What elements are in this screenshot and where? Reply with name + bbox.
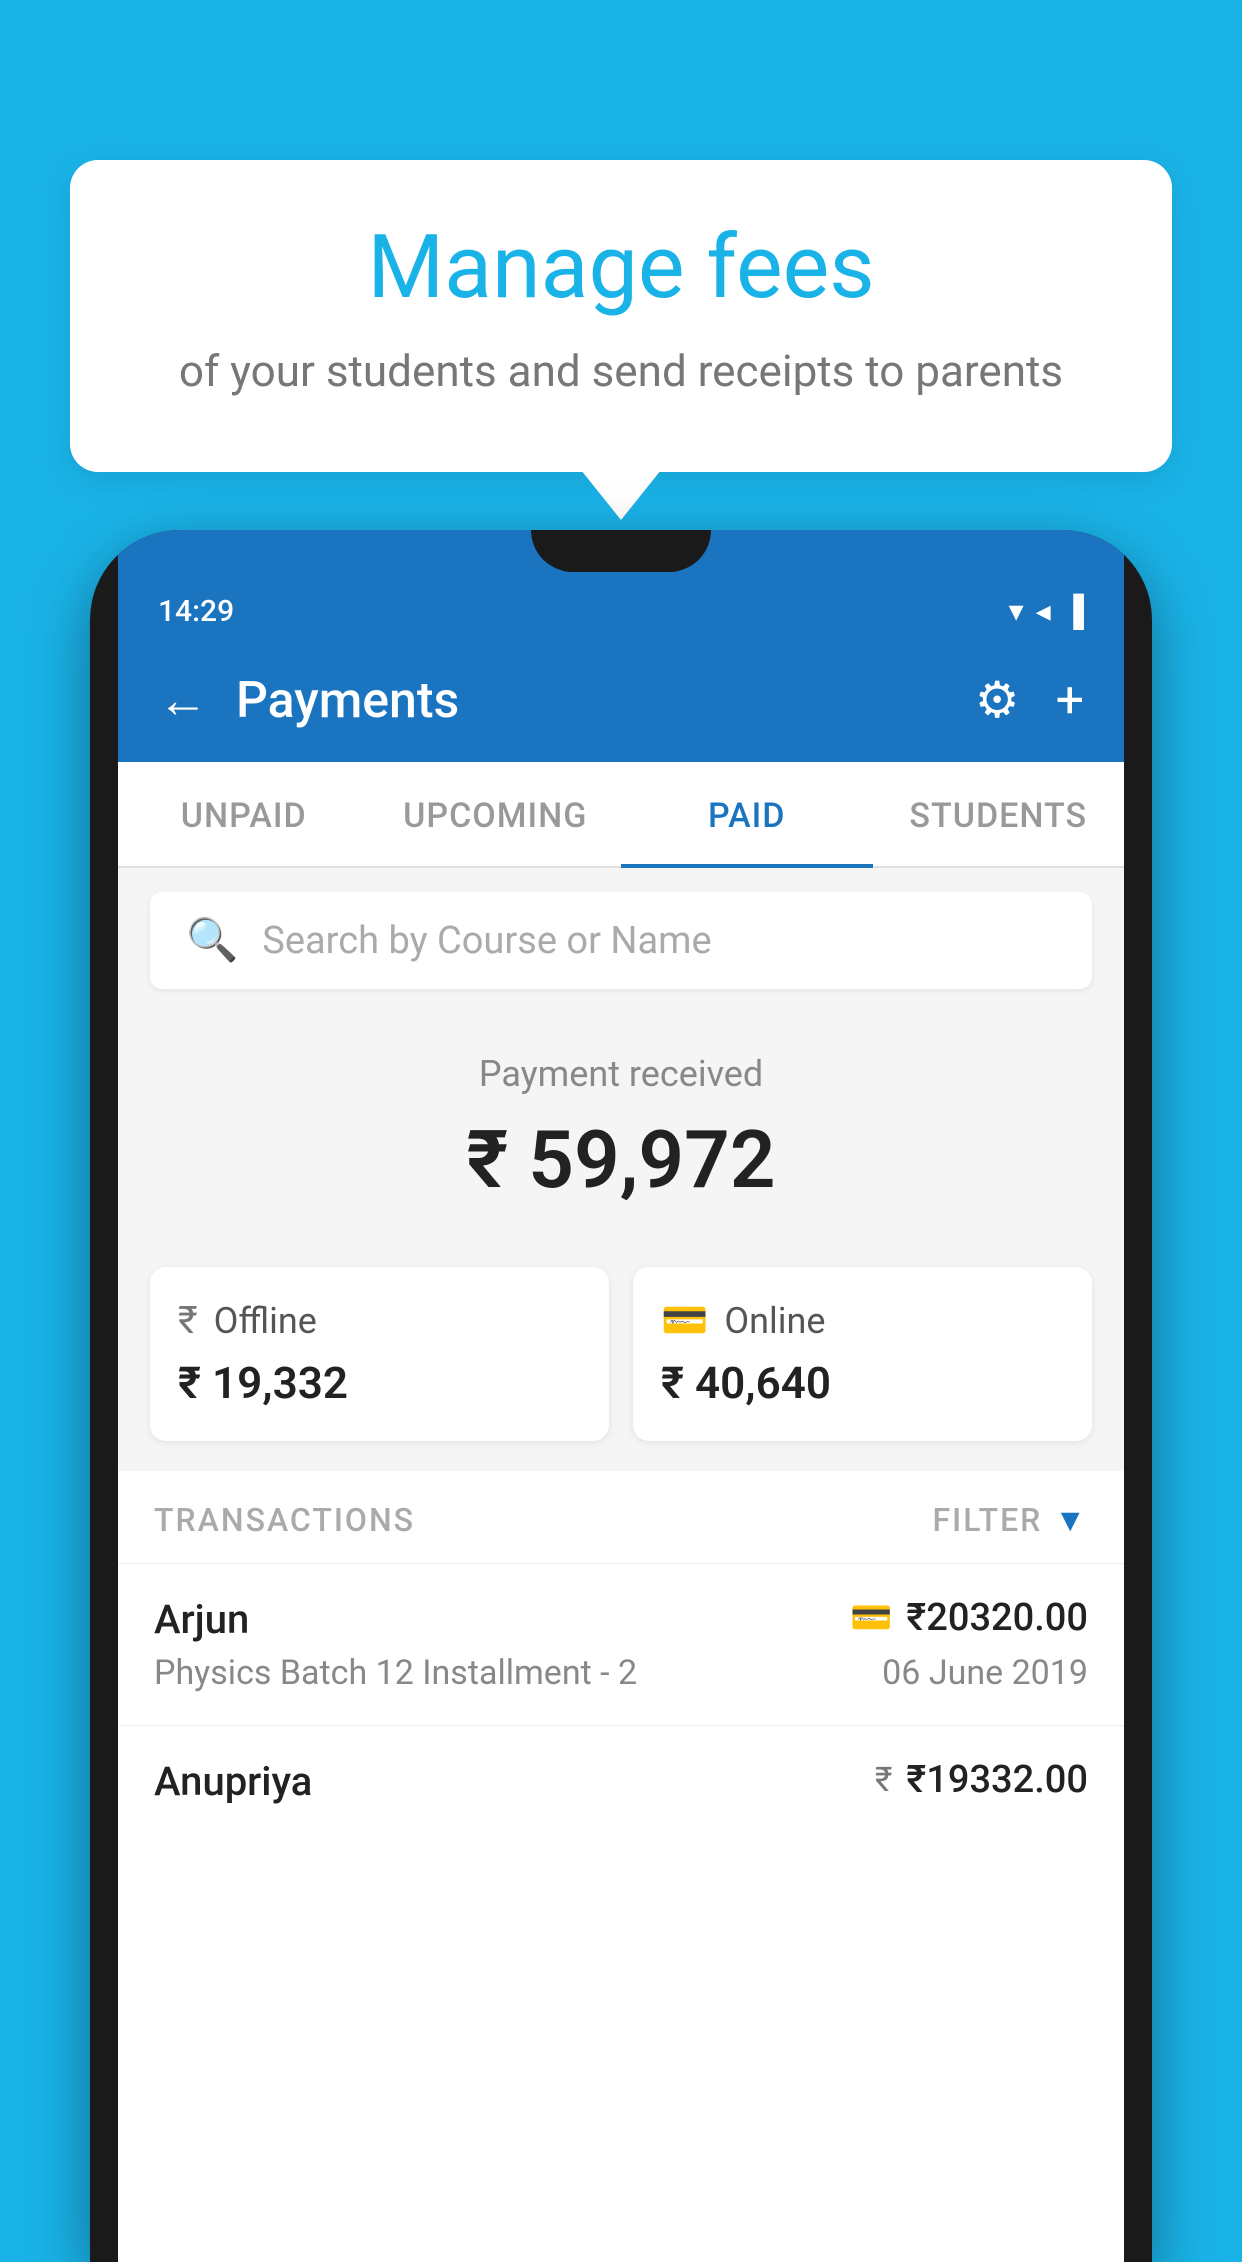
tab-students[interactable]: STUDENTS — [873, 762, 1125, 866]
phone-screen: 14:29 ▾ ◂ ▐ ← Payments ⚙ + UNPAID — [90, 530, 1152, 2262]
card-icon: 💳 — [850, 1598, 892, 1638]
status-icons: ▾ ◂ ▐ — [1009, 594, 1084, 629]
transaction-amount: ₹19332.00 — [906, 1758, 1088, 1802]
battery-icon: ▐ — [1063, 594, 1084, 629]
online-amount: ₹ 40,640 — [661, 1357, 1064, 1409]
transaction-row[interactable]: Arjun 💳 ₹20320.00 Physics Batch 12 Insta… — [118, 1563, 1124, 1725]
search-placeholder-text: Search by Course or Name — [262, 919, 711, 963]
signal-icon: ◂ — [1036, 594, 1051, 629]
screen-content: UNPAID UPCOMING PAID STUDENTS 🔍 Search b… — [118, 762, 1124, 2262]
header-title: Payments — [236, 672, 459, 730]
filter-icon: ▼ — [1054, 1501, 1088, 1539]
header-right: ⚙ + — [975, 671, 1084, 730]
tab-upcoming[interactable]: UPCOMING — [370, 762, 622, 866]
online-icon: 💳 — [661, 1299, 708, 1343]
online-label: Online — [724, 1300, 825, 1342]
offline-amount: ₹ 19,332 — [178, 1357, 581, 1409]
cash-icon: ₹ — [875, 1760, 893, 1800]
bubble-subtitle: of your students and send receipts to pa… — [120, 341, 1122, 403]
transaction-date: 06 June 2019 — [882, 1653, 1088, 1693]
transaction-row[interactable]: Anupriya ₹ ₹19332.00 — [118, 1725, 1124, 1847]
transactions-label: TRANSACTIONS — [154, 1501, 415, 1539]
payment-cards-row: ₹ Offline ₹ 19,332 💳 Online ₹ 40,640 — [118, 1267, 1124, 1471]
status-time: 14:29 — [158, 594, 234, 629]
tab-unpaid[interactable]: UNPAID — [118, 762, 370, 866]
speech-bubble: Manage fees of your students and send re… — [70, 160, 1172, 472]
status-bar: 14:29 ▾ ◂ ▐ — [118, 572, 1124, 647]
payment-received-label: Payment received — [150, 1053, 1092, 1095]
app-header: ← Payments ⚙ + — [118, 647, 1124, 762]
offline-icon: ₹ — [178, 1299, 198, 1343]
phone-device: 14:29 ▾ ◂ ▐ ← Payments ⚙ + UNPAID — [90, 530, 1152, 2208]
tab-paid[interactable]: PAID — [621, 762, 873, 866]
filter-label: FILTER — [933, 1501, 1043, 1539]
wifi-icon: ▾ — [1009, 594, 1024, 629]
transaction-course: Physics Batch 12 Installment - 2 — [154, 1653, 637, 1693]
filter-button[interactable]: FILTER ▼ — [933, 1501, 1088, 1539]
transaction-name: Arjun — [154, 1596, 249, 1643]
payment-total-amount: ₹ 59,972 — [150, 1113, 1092, 1207]
header-left: ← Payments — [158, 671, 459, 730]
notch-bar — [118, 530, 1124, 572]
notch — [531, 530, 711, 572]
payment-received-section: Payment received ₹ 59,972 — [118, 1013, 1124, 1267]
search-icon: 🔍 — [186, 916, 238, 965]
offline-card: ₹ Offline ₹ 19,332 — [150, 1267, 609, 1441]
settings-button[interactable]: ⚙ — [975, 671, 1020, 730]
transactions-header: TRANSACTIONS FILTER ▼ — [118, 1471, 1124, 1563]
offline-label: Offline — [214, 1300, 317, 1342]
transaction-name: Anupriya — [154, 1758, 312, 1805]
transaction-amount: ₹20320.00 — [906, 1596, 1088, 1640]
add-button[interactable]: + — [1056, 672, 1084, 730]
bubble-title: Manage fees — [120, 220, 1122, 317]
online-card: 💳 Online ₹ 40,640 — [633, 1267, 1092, 1441]
tabs: UNPAID UPCOMING PAID STUDENTS — [118, 762, 1124, 868]
search-bar[interactable]: 🔍 Search by Course or Name — [150, 892, 1092, 989]
back-button[interactable]: ← — [158, 671, 208, 730]
search-wrapper: 🔍 Search by Course or Name — [118, 868, 1124, 1013]
